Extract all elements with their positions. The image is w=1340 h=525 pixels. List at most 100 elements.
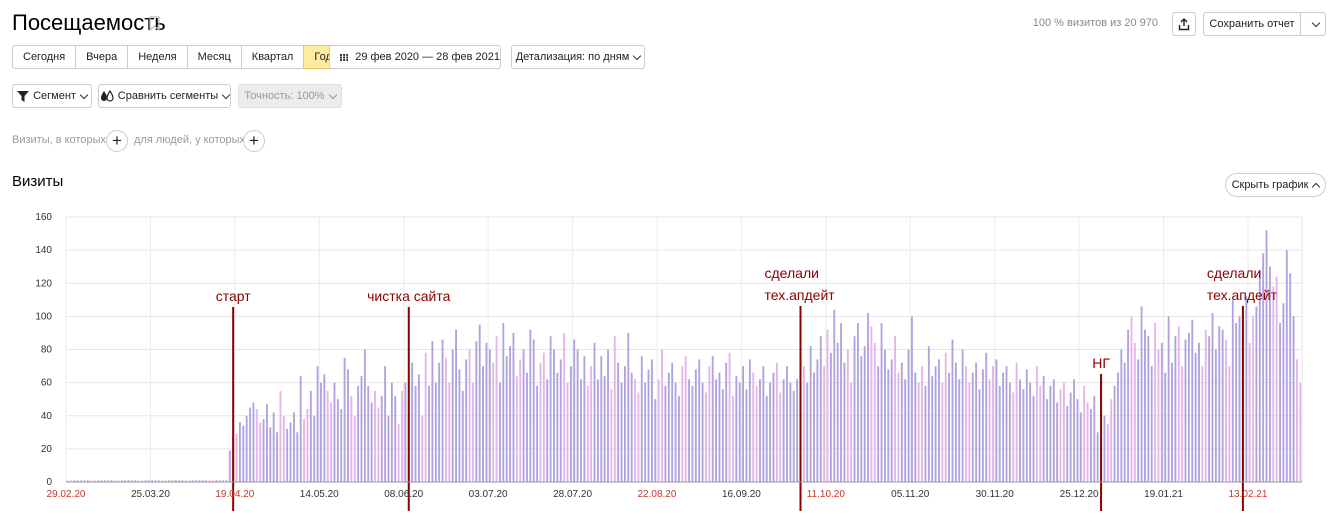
add-people-condition-button[interactable]: +: [243, 130, 265, 152]
y-axis: 0 20 40 60 80 100 120 140 160: [35, 212, 52, 488]
bar: [569, 366, 572, 482]
bar: [769, 382, 772, 482]
add-visits-condition-button[interactable]: +: [106, 130, 128, 152]
date-range-picker[interactable]: 29 фев 2020 — 28 фев 2021: [329, 45, 501, 69]
bar: [772, 372, 775, 482]
bar: [1160, 342, 1163, 482]
bar: [566, 382, 569, 482]
period-2[interactable]: Неделя: [127, 45, 188, 69]
bar: [1238, 316, 1241, 482]
bar: [978, 389, 981, 482]
bar: [944, 352, 947, 482]
bar: [1008, 382, 1011, 482]
bar: [397, 424, 400, 482]
bar: [948, 372, 951, 482]
bar: [809, 346, 812, 482]
bar: [586, 385, 589, 482]
period-4[interactable]: Квартал: [240, 45, 305, 69]
bar: [509, 346, 512, 482]
bar: [600, 356, 603, 482]
bar: [421, 415, 424, 482]
section-title: Визиты: [12, 173, 64, 190]
bar: [455, 329, 457, 482]
bar: [472, 382, 474, 482]
bar: [580, 379, 582, 482]
bar: [1194, 352, 1197, 482]
bar: [880, 323, 883, 482]
bar: [1184, 339, 1187, 482]
chevron-down-icon: [328, 90, 337, 99]
bar: [330, 402, 333, 482]
compare-segments-button[interactable]: Сравнить сегменты: [98, 84, 231, 108]
bar: [870, 326, 873, 482]
bookmark-icon[interactable]: [149, 16, 160, 31]
bar: [478, 324, 481, 482]
bar: [289, 422, 292, 482]
bar: [921, 366, 924, 482]
save-report-menu-button[interactable]: [1300, 12, 1326, 36]
bar: [613, 336, 616, 482]
x-tick-label: 11.10.20: [807, 489, 846, 500]
y-tick-label: 120: [35, 278, 52, 289]
bar: [1069, 392, 1072, 482]
bar: [549, 336, 552, 482]
bar: [603, 376, 606, 482]
bar: [620, 382, 623, 482]
bar: [276, 432, 278, 482]
bar: [590, 366, 593, 482]
bar: [941, 382, 944, 482]
bar: [779, 392, 782, 482]
detail-dropdown[interactable]: Детализация: по дням: [511, 45, 645, 69]
bar: [242, 425, 245, 482]
period-3[interactable]: Месяц: [186, 45, 242, 69]
segment-label: Сегмент: [33, 90, 76, 102]
bar: [1201, 366, 1204, 482]
bar: [789, 382, 792, 482]
y-tick-label: 160: [35, 212, 52, 223]
bar: [370, 402, 373, 482]
bar: [988, 379, 991, 482]
bar: [326, 390, 329, 482]
share-button[interactable]: [1172, 12, 1196, 36]
bar: [458, 369, 461, 482]
chevron-down-icon: [633, 51, 642, 60]
bar: [650, 359, 653, 482]
bar: [441, 339, 444, 482]
bar: [796, 379, 799, 482]
bar: [380, 395, 383, 482]
segment-button[interactable]: Сегмент: [12, 84, 92, 108]
period-0[interactable]: Сегодня: [12, 45, 77, 69]
bar: [1005, 366, 1008, 482]
period-1[interactable]: Вчера: [75, 45, 129, 69]
bar: [1127, 329, 1130, 482]
plus-icon: +: [112, 131, 122, 150]
bar: [343, 357, 346, 482]
bar: [1187, 332, 1190, 482]
bar: [1167, 316, 1170, 482]
bar: [1059, 389, 1062, 482]
bar: [904, 379, 907, 482]
bar: [965, 366, 967, 482]
chevron-down-icon: [1311, 18, 1320, 27]
bar: [387, 415, 390, 482]
bar: [637, 392, 640, 482]
bar: [873, 342, 876, 482]
bar: [303, 419, 306, 482]
save-report-button[interactable]: Сохранить отчет: [1203, 12, 1301, 36]
x-tick-label: 19.01.21: [1144, 489, 1183, 500]
chevron-up-icon: [1312, 182, 1321, 191]
bar: [313, 415, 316, 482]
bar: [583, 356, 586, 482]
bar: [228, 450, 231, 482]
bar: [1181, 366, 1184, 482]
bar: [444, 357, 447, 482]
bar: [417, 374, 420, 482]
bar: [954, 362, 957, 482]
bar: [958, 379, 961, 482]
bar: [607, 349, 609, 482]
bar: [968, 382, 971, 482]
hide-chart-button[interactable]: Скрыть график: [1225, 173, 1326, 197]
bar: [309, 390, 312, 482]
bar: [431, 341, 434, 482]
accuracy-dropdown[interactable]: Точность: 100%: [238, 84, 342, 108]
